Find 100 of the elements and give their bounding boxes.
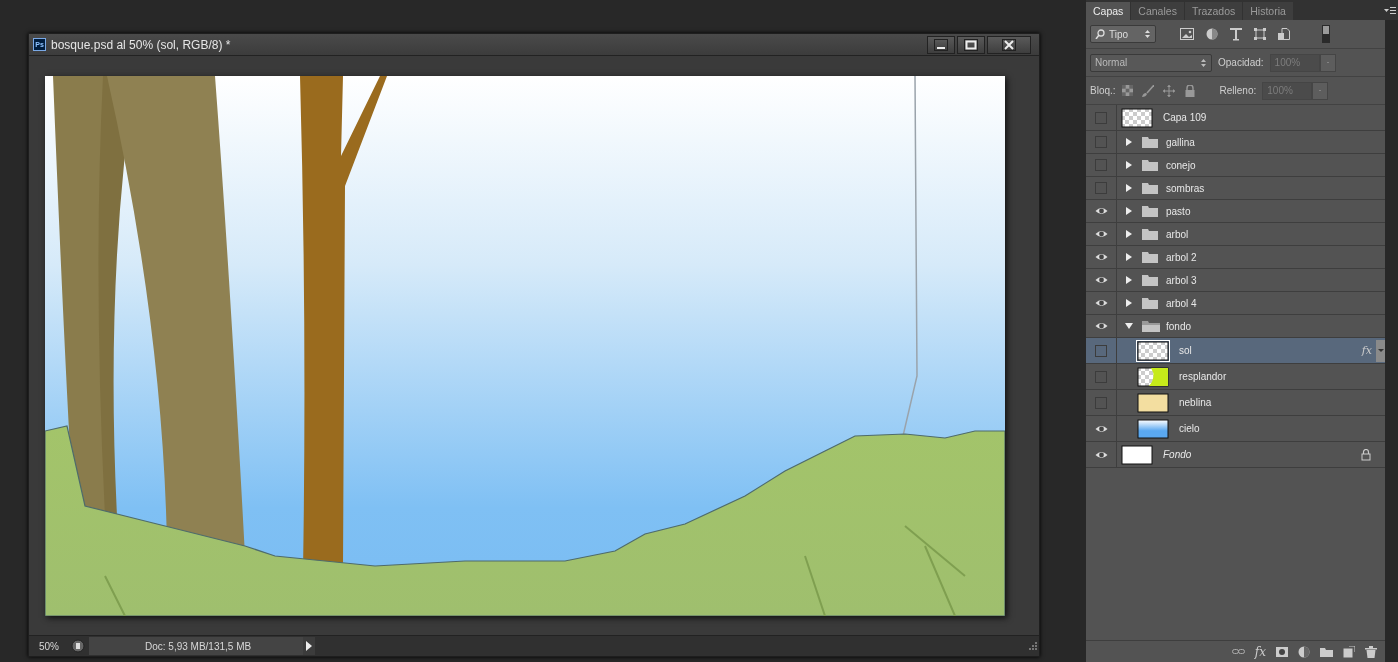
- layer-row[interactable]: arbol 2: [1086, 246, 1385, 269]
- maximize-icon: [964, 38, 978, 51]
- eye-icon[interactable]: [1094, 321, 1108, 331]
- brush-icon[interactable]: [1141, 84, 1154, 97]
- blend-mode-select[interactable]: Normal: [1090, 53, 1212, 72]
- move-icon[interactable]: [1162, 84, 1175, 97]
- eye-icon[interactable]: [1094, 423, 1108, 434]
- layer-row[interactable]: gallina: [1086, 131, 1385, 154]
- layer-row[interactable]: sol fx: [1086, 338, 1385, 364]
- folder-icon: [1142, 135, 1160, 149]
- resize-grip-icon: [1027, 640, 1039, 652]
- layer-row[interactable]: arbol 3: [1086, 269, 1385, 292]
- play-arrow-icon: [305, 641, 313, 651]
- folder-icon[interactable]: [1320, 645, 1333, 658]
- image-icon[interactable]: [1180, 28, 1194, 40]
- panel-tab[interactable]: Historia: [1243, 2, 1293, 20]
- triangle-icon[interactable]: [1125, 253, 1133, 261]
- layer-row[interactable]: sombras: [1086, 177, 1385, 200]
- panel-tab[interactable]: Capas: [1086, 2, 1131, 20]
- shape-icon[interactable]: [1254, 28, 1266, 40]
- layer-row[interactable]: arbol 4: [1086, 292, 1385, 315]
- new-layer-icon[interactable]: [1343, 645, 1355, 658]
- folder-icon: [1142, 227, 1160, 241]
- layer-name: resplandor: [1179, 371, 1227, 382]
- mask-icon[interactable]: [1276, 646, 1288, 657]
- layer-name: gallina: [1166, 136, 1195, 148]
- filter-type-select[interactable]: Tipo: [1090, 25, 1156, 43]
- opacity-label: Opacidad:: [1218, 57, 1264, 68]
- folder-icon: [1142, 181, 1160, 195]
- visibility-checkbox-icon[interactable]: [1095, 344, 1107, 357]
- eye-icon[interactable]: [1094, 252, 1108, 262]
- eye-icon[interactable]: [1094, 229, 1108, 239]
- triangle-icon[interactable]: [1125, 184, 1133, 192]
- search-icon: [1095, 29, 1105, 39]
- triangle-icon[interactable]: [1125, 230, 1133, 238]
- triangle-icon[interactable]: [1125, 322, 1133, 330]
- zoom-level[interactable]: 50%: [29, 640, 71, 652]
- stepper-icon: [1200, 57, 1207, 68]
- adjustment-icon[interactable]: [1298, 645, 1310, 658]
- eye-icon[interactable]: [1094, 206, 1108, 216]
- half-circle-icon[interactable]: [1206, 28, 1218, 40]
- add-style-button[interactable]: fx: [1254, 644, 1266, 659]
- eye-icon[interactable]: [1094, 275, 1108, 285]
- document-size-info: Doc: 5,93 MB/131,5 MB: [89, 637, 303, 655]
- text-layer-icon[interactable]: [1230, 27, 1242, 41]
- layer-name: fondo: [1166, 320, 1192, 332]
- triangle-icon[interactable]: [1125, 299, 1133, 307]
- link-icon[interactable]: [1231, 647, 1245, 656]
- layer-row[interactable]: resplandor: [1086, 364, 1385, 390]
- caret-icon: [1377, 349, 1384, 352]
- transparency-lock-icon[interactable]: [1121, 85, 1133, 96]
- layer-row[interactable]: conejo: [1086, 154, 1385, 177]
- layer-name: sol: [1179, 345, 1192, 356]
- layer-name: arbol 4: [1166, 297, 1197, 309]
- layer-name: arbol 3: [1166, 274, 1197, 286]
- layer-row[interactable]: pasto: [1086, 200, 1385, 223]
- layer-name: pasto: [1166, 205, 1191, 217]
- status-menu-button[interactable]: [303, 637, 315, 655]
- triangle-icon[interactable]: [1125, 138, 1133, 146]
- minimize-button[interactable]: [927, 35, 955, 54]
- close-button[interactable]: [987, 35, 1031, 54]
- caret-icon: [1319, 89, 1322, 92]
- eye-icon[interactable]: [1094, 298, 1108, 308]
- layer-name: cielo: [1179, 423, 1200, 434]
- caret-icon: [1326, 61, 1329, 64]
- menu-icon[interactable]: [1384, 5, 1396, 15]
- stepper-icon: [1144, 29, 1151, 39]
- layer-name: Fondo: [1163, 449, 1192, 460]
- folder-icon: [1142, 319, 1160, 333]
- effects-badge[interactable]: fx: [1361, 344, 1372, 357]
- layer-name: arbol 2: [1166, 251, 1197, 263]
- triangle-icon[interactable]: [1125, 161, 1133, 169]
- layer-row[interactable]: Fondo: [1086, 442, 1385, 468]
- folder-icon: [1142, 158, 1160, 172]
- panel-tab[interactable]: Canales: [1131, 2, 1184, 20]
- folder-icon: [1142, 273, 1160, 287]
- layer-row[interactable]: neblina: [1086, 390, 1385, 416]
- fill-label: Relleno:: [1219, 85, 1257, 96]
- lock-icon[interactable]: [1183, 84, 1196, 97]
- panel-tab[interactable]: Trazados: [1184, 2, 1243, 20]
- triangle-icon[interactable]: [1125, 207, 1133, 215]
- eye-icon[interactable]: [1094, 449, 1108, 460]
- toggle-switch-icon[interactable]: [1322, 25, 1330, 43]
- close-icon: [1002, 38, 1016, 51]
- layer-name: neblina: [1179, 397, 1212, 408]
- document-icon[interactable]: [1278, 28, 1290, 40]
- layer-name: sombras: [1166, 182, 1205, 194]
- folder-icon: [1142, 250, 1160, 264]
- layer-name: arbol: [1166, 228, 1189, 240]
- info-icon: [71, 639, 85, 653]
- layer-name: Capa 109: [1163, 112, 1207, 123]
- maximize-button[interactable]: [957, 35, 985, 54]
- folder-icon: [1142, 296, 1160, 310]
- layer-row[interactable]: Capa 109: [1086, 105, 1385, 131]
- triangle-icon[interactable]: [1125, 276, 1133, 284]
- layer-name: conejo: [1166, 159, 1196, 171]
- layer-row[interactable]: arbol: [1086, 223, 1385, 246]
- layer-row[interactable]: cielo: [1086, 416, 1385, 442]
- folder-icon: [1142, 204, 1160, 218]
- trash-icon[interactable]: [1365, 645, 1377, 658]
